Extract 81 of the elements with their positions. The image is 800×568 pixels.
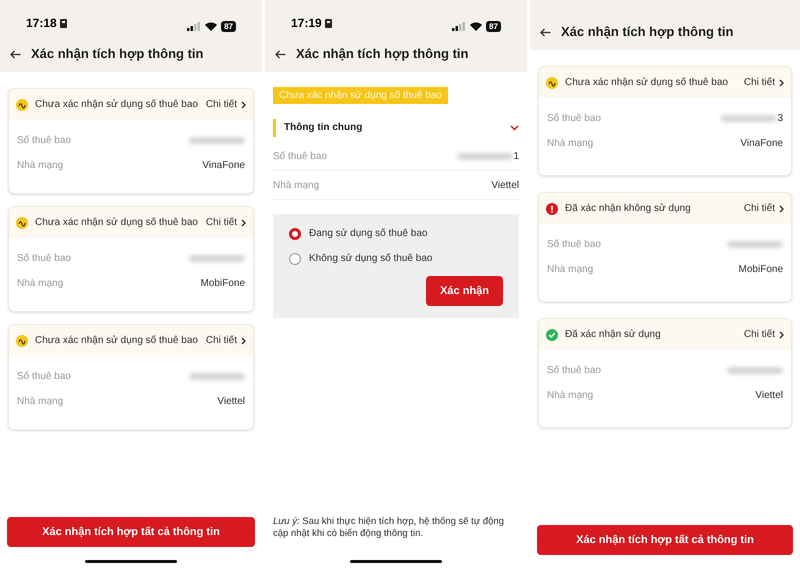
status-tag: Chưa xác nhận sử dụng số thuê bao <box>273 87 448 104</box>
signal-icon <box>452 22 466 31</box>
field-value: MobiFone <box>200 277 245 291</box>
chevron-down-icon[interactable] <box>510 125 519 131</box>
detail-link[interactable]: Chi tiết <box>206 215 246 230</box>
blurred-number <box>721 115 778 122</box>
detail-link[interactable]: Chi tiết <box>744 201 784 216</box>
field-value: Viettel <box>755 389 783 403</box>
back-arrow-icon[interactable] <box>275 50 286 58</box>
field-label: Số thuê bao <box>17 134 71 148</box>
page-title: Xác nhận tích hợp thông tin <box>296 45 468 64</box>
note-text: Lưu ý: Sau khi thực hiện tích hợp, hệ thống sẽ tự động cập nhật khi có biến động thông tin. <box>272 516 505 540</box>
signal-icon <box>187 22 202 31</box>
radio-button[interactable] <box>289 252 301 264</box>
field-label: Nhà mạng <box>17 277 64 291</box>
back-arrow-icon[interactable] <box>10 50 21 58</box>
exclamation-icon <box>546 202 558 214</box>
wave-icon <box>546 76 558 88</box>
field-label: Số thuê bao <box>17 252 71 266</box>
field-label: Nhà mạng <box>547 263 594 277</box>
blurred-number <box>727 241 783 248</box>
contact-card-icon <box>60 18 67 28</box>
detail-link[interactable]: Chi tiết <box>744 75 784 90</box>
blurred-number <box>727 367 783 374</box>
number-digit: 1 <box>513 150 519 164</box>
field-label: Số thuê bao <box>273 150 327 164</box>
number-digit: 3 <box>777 112 783 126</box>
detail-link[interactable]: Chi tiết <box>206 333 246 348</box>
blurred-number <box>457 152 514 160</box>
wave-icon <box>16 216 28 228</box>
page-title: Xác nhận tích hợp thông tin <box>561 23 734 42</box>
chevron-right-icon <box>241 336 246 344</box>
wifi-icon <box>205 22 218 31</box>
confirm-button[interactable]: Xác nhận <box>426 276 503 306</box>
chevron-right-icon <box>779 330 784 338</box>
field-value: Viettel <box>491 178 519 192</box>
detail-link[interactable]: Chi tiết <box>744 327 784 342</box>
field-label: Số thuê bao <box>547 238 601 252</box>
radio-button[interactable] <box>289 228 301 240</box>
status-text: Đã xác nhận sử dụng <box>565 328 661 342</box>
battery-level: 87 <box>486 21 501 32</box>
field-label: Nhà mạng <box>547 389 594 403</box>
clock-time: 17:19 <box>291 15 322 32</box>
field-label: Số thuê bao <box>547 364 601 378</box>
field-value: MobiFone <box>738 263 783 277</box>
confirm-all-button[interactable]: Xác nhận tích hợp tất cả thông tin <box>537 525 793 555</box>
clock-time: 17:18 <box>26 15 57 32</box>
field-label: Số thuê bao <box>547 112 601 126</box>
field-label: Nhà mạng <box>17 159 64 173</box>
field-label: Nhà mạng <box>547 137 594 151</box>
radio-option[interactable]: Đang sử dụng số thuê bao <box>289 226 503 241</box>
wifi-icon <box>470 22 482 31</box>
field-value: VinaFone <box>202 159 245 173</box>
chevron-right-icon <box>779 78 784 86</box>
radio-option[interactable]: Không sử dụng số thuê bao <box>289 251 503 266</box>
field-label: Nhà mạng <box>273 178 320 192</box>
section-title: Thông tin chung <box>273 119 362 137</box>
page-title: Xác nhận tích hợp thông tin <box>31 45 204 64</box>
status-text: Chưa xác nhận sử dụng số thuê bao <box>35 216 198 230</box>
detail-link[interactable]: Chi tiết <box>206 97 246 112</box>
chevron-right-icon <box>241 218 246 226</box>
status-text: Chưa xác nhận sử dụng số thuê bao <box>565 76 728 90</box>
wave-icon <box>16 334 28 346</box>
check-icon <box>546 328 558 340</box>
field-value: Viettel <box>217 395 245 409</box>
field-label: Nhà mạng <box>17 395 64 409</box>
confirm-all-button[interactable]: Xác nhận tích hợp tất cả thông tin <box>7 517 255 547</box>
status-text: Chưa xác nhận sử dụng số thuê bao <box>35 98 198 112</box>
blurred-number <box>189 137 245 144</box>
chevron-right-icon <box>779 204 784 212</box>
contact-card-icon <box>324 18 332 28</box>
chevron-right-icon <box>241 100 246 108</box>
blurred-number <box>189 373 245 380</box>
status-text: Đã xác nhận không sử dụng <box>565 202 691 216</box>
wave-icon <box>16 98 28 110</box>
back-arrow-icon[interactable] <box>540 28 551 36</box>
field-value: VinaFone <box>740 137 783 151</box>
field-label: Số thuê bao <box>17 370 71 384</box>
battery-level: 87 <box>221 21 236 32</box>
status-text: Chưa xác nhận sử dụng số thuê bao <box>35 334 198 348</box>
blurred-number <box>189 255 245 262</box>
